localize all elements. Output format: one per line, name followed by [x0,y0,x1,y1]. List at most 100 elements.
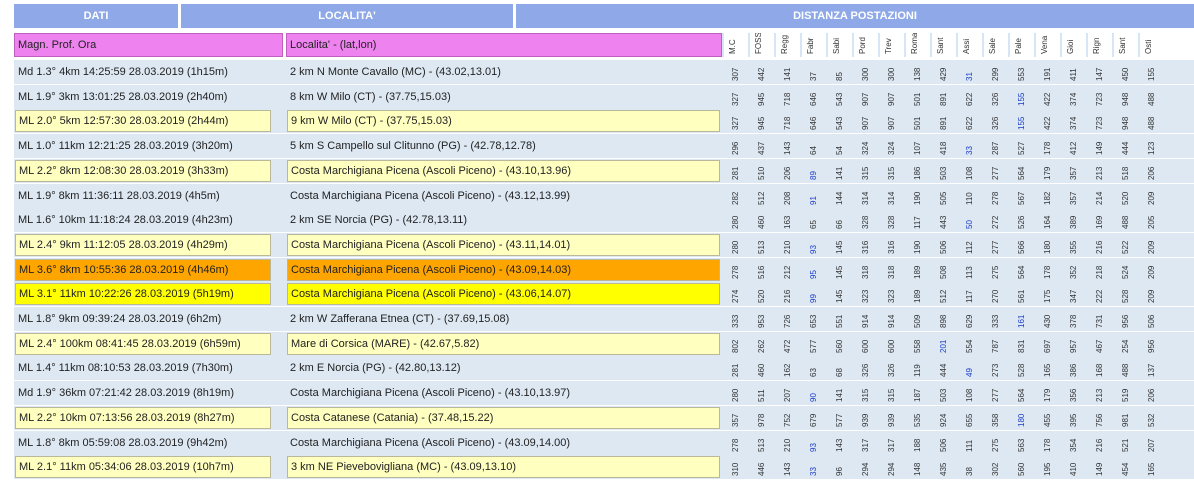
distance-value-text: 802 [731,339,740,353]
distance-value-text: 460 [757,364,766,378]
distance-value-text: 138 [913,67,922,81]
distance-value-text: 354 [1069,438,1078,452]
station-header: Sant [1116,33,1135,57]
distance-value-text: 186 [913,166,922,180]
distance-value-text: 956 [1147,339,1156,353]
distance-value: 512 [934,282,953,306]
distance-value-text: 278 [731,265,740,279]
distance-value-text: 282 [731,191,740,205]
distance-value: 206 [778,159,797,183]
distance-value-text: 155 [1017,92,1026,106]
distance-value: 577 [804,332,823,356]
column-divider [1034,33,1036,57]
distance-value-text: 91 [809,195,818,205]
distance-value-text: 314 [861,191,870,205]
distance-value-text: 752 [783,413,792,427]
distance-value: 679 [804,406,823,430]
distance-value: 209 [1142,282,1161,306]
distance-value: 89 [804,159,823,183]
distance-value: 454 [1116,455,1135,479]
distance-value-text: 280 [731,388,740,403]
station-header: Osti [1142,33,1161,57]
distance-value-text: 831 [1017,339,1026,353]
distance-value: 141 [830,159,849,183]
distance-value: 214 [1090,184,1109,208]
distance-value-text: 123 [1147,141,1156,156]
distance-value-text: 718 [783,117,792,131]
distance-value-text: 54 [835,146,844,156]
distance-value-text: 208 [783,191,792,205]
distance-value: 327 [726,109,745,133]
distance-value: 49 [960,356,979,380]
distance-value: 145 [830,258,849,282]
event-location: Costa Catanese (Catania) - (37.48,15.22) [287,406,720,429]
distance-value-text: 143 [835,438,844,452]
distance-value-text: 93 [809,442,818,452]
distance-value-text: 945 [757,92,766,106]
distance-value: 326 [986,85,1005,109]
station-header: FOSS [752,33,771,57]
distance-value-text: 296 [731,141,740,156]
distance-value-text: 68 [835,368,844,378]
distance-value: 723 [1090,109,1109,133]
distance-value: 352 [1064,258,1083,282]
distance-value: 508 [934,258,953,282]
distance-value-text: 277 [991,166,1000,180]
distance-value-text: 145 [835,289,844,304]
distance-value: 210 [778,431,797,455]
distance-value-text: 162 [783,364,792,378]
distance-value: 148 [908,455,927,479]
distance-value-text: 516 [757,265,766,279]
distance-value-text: 148 [913,462,922,477]
distance-value: 310 [726,455,745,479]
distance-value: 506 [934,431,953,455]
distance-value: 145 [830,282,849,306]
distance-value: 444 [1116,134,1135,158]
distance-value-text: 38 [965,467,974,477]
distance-value-text: 179 [1043,388,1052,403]
distance-value-text: 501 [913,117,922,131]
distance-value-text: 31 [965,72,974,81]
station-header: Roma [908,33,927,57]
distance-value-text: 161 [1017,314,1026,328]
station-header: Rign [1090,33,1109,57]
distance-value: 566 [1012,233,1031,257]
distance-value: 891 [934,109,953,133]
distance-value-text: 207 [1147,438,1156,452]
distance-value-text: 488 [1121,364,1130,378]
distance-value: 189 [908,258,927,282]
distance-value-text: 180 [1043,240,1052,254]
distance-value-text: 907 [861,117,870,131]
column-divider [852,33,854,57]
distance-value-text: 509 [913,314,922,328]
distance-value: 422 [1038,109,1057,133]
distance-value-text: 503 [939,166,948,180]
distance-value-text: 450 [1121,67,1130,81]
distance-value-text: 520 [1121,191,1130,205]
distance-value: 443 [934,208,953,232]
column-divider [1112,33,1114,57]
distance-value-text: 357 [731,413,740,427]
distance-value: 646 [804,85,823,109]
distance-value: 277 [986,233,1005,257]
distance-value: 354 [1064,431,1083,455]
distance-value: 209 [1142,233,1161,257]
distance-value-text: 175 [1043,289,1052,304]
distance-value: 222 [1090,282,1109,306]
station-header-label: Osti [1144,39,1153,54]
distance-value: 503 [934,381,953,405]
distance-value: 418 [934,134,953,158]
distance-value: 141 [830,381,849,405]
distance-value-text: 503 [939,388,948,403]
distance-value: 302 [986,455,1005,479]
station-header: Sale [986,33,1005,57]
distance-value-text: 33 [965,146,974,156]
distance-value-text: 107 [913,141,922,156]
station-header-label: Pord [858,37,867,54]
distance-value-text: 600 [887,339,896,353]
distance-value-text: 324 [887,141,896,156]
distance-value-text: 697 [1043,339,1052,353]
distance-value: 528 [1116,282,1135,306]
distance-value: 137 [1142,356,1161,380]
distance-value-text: 429 [939,67,948,81]
